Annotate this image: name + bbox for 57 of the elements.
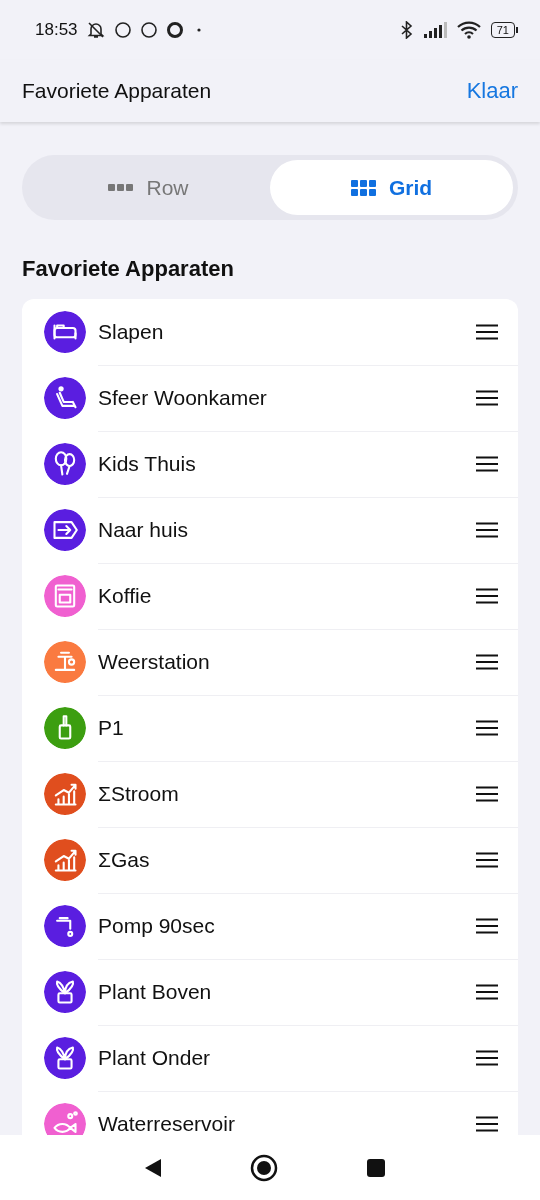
device-name: Pomp 90sec xyxy=(98,913,216,938)
drag-handle-icon[interactable] xyxy=(476,323,498,340)
drag-handle-icon[interactable] xyxy=(476,1049,498,1066)
device-name: Plant Boven xyxy=(98,979,213,1004)
device-name: P1 xyxy=(98,715,125,740)
drag-handle-icon[interactable] xyxy=(476,917,498,934)
battery-icon: 71 xyxy=(490,22,518,38)
potted-plant-icon xyxy=(44,1037,86,1079)
device-name: Sfeer Woonkamer xyxy=(98,385,268,410)
rising-chart-icon xyxy=(44,773,86,815)
drag-handle-icon[interactable] xyxy=(476,587,498,604)
drag-handle-icon[interactable] xyxy=(476,785,498,802)
done-button[interactable]: Klaar xyxy=(466,78,518,104)
bluetooth-icon xyxy=(400,21,413,39)
signpost-icon xyxy=(44,509,86,551)
circle-icon xyxy=(139,21,158,39)
device-name: Waterreservoir xyxy=(98,1112,236,1135)
weather-station-icon xyxy=(44,641,86,683)
grid-icon xyxy=(350,179,376,196)
device-name: ΣStroom xyxy=(98,781,180,806)
clock: 18:53 xyxy=(35,20,78,40)
circle-icon xyxy=(113,21,132,39)
drag-handle-icon[interactable] xyxy=(476,851,498,868)
drag-handle-icon[interactable] xyxy=(476,1116,498,1132)
balloons-icon xyxy=(44,443,86,485)
bed-icon xyxy=(44,311,86,353)
drag-handle-icon[interactable] xyxy=(476,653,498,670)
row-icon xyxy=(108,184,134,191)
home-icon[interactable] xyxy=(250,1153,278,1182)
view-tab[interactable]: Grid xyxy=(270,160,513,215)
view-tab[interactable]: Row xyxy=(27,160,270,215)
bell-off-icon xyxy=(85,20,106,40)
device-name: ΣGas xyxy=(98,847,151,872)
device-name: Plant Onder xyxy=(98,1045,212,1070)
potted-plant-icon xyxy=(44,971,86,1013)
rising-chart-icon xyxy=(44,839,86,881)
water-tap-icon xyxy=(44,905,86,947)
meter-plug-icon xyxy=(44,707,86,749)
wifi-icon xyxy=(456,21,481,39)
device-name: Naar huis xyxy=(98,517,189,542)
drag-handle-icon[interactable] xyxy=(476,455,498,472)
screen-title: Favoriete Apparaten xyxy=(22,79,212,103)
drag-handle-icon[interactable] xyxy=(476,521,498,538)
device-name: Koffie xyxy=(98,583,153,608)
signal-icon xyxy=(422,22,447,38)
device-name: Kids Thuis xyxy=(98,451,197,476)
person-reclining-icon xyxy=(44,377,86,419)
drag-handle-icon[interactable] xyxy=(476,719,498,736)
device-name: Weerstation xyxy=(98,649,211,674)
coffee-machine-icon xyxy=(44,575,86,617)
drag-handle-icon[interactable] xyxy=(476,983,498,1000)
device-name: Slapen xyxy=(98,319,165,344)
recents-icon[interactable] xyxy=(366,1157,386,1178)
drag-handle-icon[interactable] xyxy=(476,389,498,406)
back-icon[interactable] xyxy=(144,1157,162,1178)
section-heading: Favoriete Apparaten xyxy=(22,256,235,282)
ring-icon xyxy=(165,21,184,39)
